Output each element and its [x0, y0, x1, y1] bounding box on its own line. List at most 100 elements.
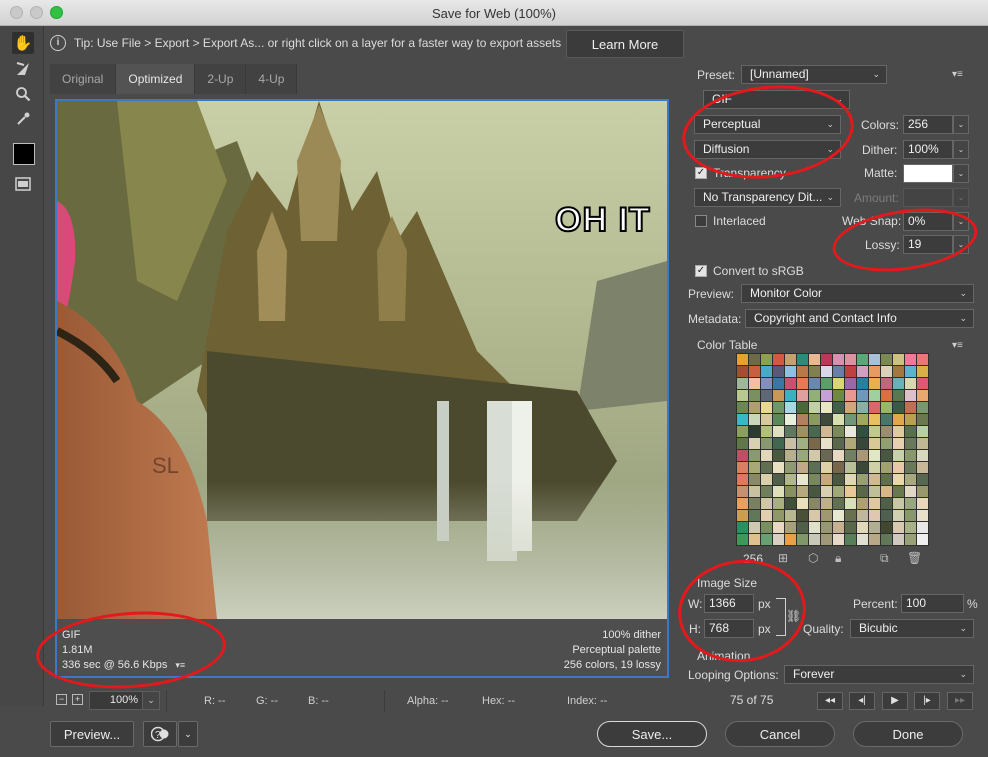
color-swatch[interactable] — [797, 486, 808, 497]
color-swatch[interactable] — [797, 426, 808, 437]
save-button[interactable]: Save... — [597, 721, 707, 747]
color-swatch[interactable] — [845, 402, 856, 413]
color-swatch[interactable] — [833, 498, 844, 509]
color-swatch[interactable] — [809, 534, 820, 545]
color-swatch[interactable] — [845, 390, 856, 401]
color-swatch[interactable] — [881, 462, 892, 473]
color-swatch[interactable] — [845, 426, 856, 437]
color-swatch[interactable] — [881, 426, 892, 437]
color-swatch[interactable] — [857, 510, 868, 521]
color-swatch[interactable] — [773, 462, 784, 473]
color-swatch[interactable] — [881, 510, 892, 521]
next-frame-button[interactable]: |▸ — [914, 692, 940, 710]
color-swatch[interactable] — [857, 462, 868, 473]
color-swatch[interactable] — [833, 414, 844, 425]
color-swatch[interactable] — [749, 462, 760, 473]
color-swatch[interactable] — [797, 510, 808, 521]
color-swatch[interactable] — [737, 522, 748, 533]
color-swatch[interactable] — [857, 522, 868, 533]
slice-select-tool-icon[interactable] — [12, 58, 34, 80]
metadata-dropdown[interactable]: Copyright and Contact Info ⌄ — [745, 309, 974, 328]
tab-4-up[interactable]: 4-Up — [246, 64, 298, 94]
color-swatch[interactable] — [797, 534, 808, 545]
color-swatch[interactable] — [905, 450, 916, 461]
color-swatch[interactable] — [893, 426, 904, 437]
color-swatch[interactable] — [773, 366, 784, 377]
color-swatch[interactable] — [737, 534, 748, 545]
color-swatch[interactable] — [845, 462, 856, 473]
color-swatch[interactable] — [809, 474, 820, 485]
color-swatch[interactable] — [809, 510, 820, 521]
color-swatch[interactable] — [857, 426, 868, 437]
color-swatch[interactable] — [917, 522, 928, 533]
color-swatch[interactable] — [881, 378, 892, 389]
color-swatch[interactable] — [917, 486, 928, 497]
color-swatch[interactable] — [761, 462, 772, 473]
color-swatch[interactable] — [785, 450, 796, 461]
color-swatch[interactable] — [761, 510, 772, 521]
preview-in-browser-button[interactable]: Preview... — [50, 721, 134, 747]
color-swatch[interactable] — [917, 498, 928, 509]
color-swatch[interactable] — [845, 438, 856, 449]
color-swatch[interactable] — [833, 438, 844, 449]
color-swatch[interactable] — [737, 450, 748, 461]
color-swatch[interactable] — [845, 366, 856, 377]
color-swatch[interactable] — [917, 354, 928, 365]
color-swatch[interactable] — [797, 522, 808, 533]
color-swatch[interactable] — [773, 414, 784, 425]
color-swatch[interactable] — [881, 498, 892, 509]
color-swatch[interactable] — [881, 534, 892, 545]
color-swatch[interactable] — [881, 450, 892, 461]
color-swatch[interactable] — [785, 462, 796, 473]
quality-dropdown[interactable]: Bicubic ⌄ — [850, 619, 974, 638]
color-swatch[interactable] — [821, 498, 832, 509]
color-swatch[interactable] — [917, 534, 928, 545]
color-swatch[interactable] — [773, 402, 784, 413]
color-swatch[interactable] — [761, 522, 772, 533]
color-swatch[interactable] — [749, 522, 760, 533]
looping-options-dropdown[interactable]: Forever ⌄ — [784, 665, 974, 684]
settings-menu-icon[interactable]: ▾≡ — [952, 69, 963, 80]
color-swatch[interactable] — [917, 366, 928, 377]
color-swatch[interactable] — [905, 426, 916, 437]
color-swatch[interactable] — [869, 450, 880, 461]
color-swatch[interactable] — [749, 378, 760, 389]
color-swatch[interactable] — [773, 354, 784, 365]
color-swatch[interactable] — [833, 462, 844, 473]
color-swatch[interactable] — [893, 402, 904, 413]
color-swatch[interactable] — [857, 366, 868, 377]
color-swatch[interactable] — [773, 378, 784, 389]
color-swatch[interactable] — [821, 462, 832, 473]
color-swatch[interactable] — [797, 366, 808, 377]
color-swatch[interactable] — [797, 414, 808, 425]
color-swatch[interactable] — [737, 366, 748, 377]
color-swatch[interactable] — [821, 354, 832, 365]
color-swatch[interactable] — [833, 474, 844, 485]
color-swatch[interactable] — [845, 450, 856, 461]
color-swatch[interactable] — [785, 510, 796, 521]
color-swatch[interactable] — [905, 414, 916, 425]
color-swatch[interactable] — [869, 498, 880, 509]
color-swatch[interactable] — [773, 426, 784, 437]
color-swatch[interactable] — [761, 402, 772, 413]
color-swatch[interactable] — [917, 414, 928, 425]
color-swatch[interactable] — [761, 354, 772, 365]
color-swatch[interactable] — [737, 402, 748, 413]
color-swatch[interactable] — [749, 498, 760, 509]
color-swatch[interactable] — [809, 462, 820, 473]
color-swatch[interactable] — [917, 390, 928, 401]
color-swatch[interactable] — [833, 510, 844, 521]
color-swatch[interactable] — [881, 486, 892, 497]
color-swatch[interactable] — [845, 534, 856, 545]
color-swatch[interactable] — [881, 438, 892, 449]
color-swatch[interactable] — [761, 390, 772, 401]
color-swatch[interactable] — [917, 510, 928, 521]
color-swatch[interactable] — [893, 366, 904, 377]
new-color-icon[interactable]: ⧉ — [880, 551, 889, 566]
color-swatch[interactable] — [737, 426, 748, 437]
color-swatch[interactable] — [785, 378, 796, 389]
color-swatch[interactable] — [857, 474, 868, 485]
color-swatch[interactable] — [797, 402, 808, 413]
preview-color-dropdown[interactable]: Monitor Color ⌄ — [741, 284, 974, 303]
color-swatch[interactable] — [893, 462, 904, 473]
